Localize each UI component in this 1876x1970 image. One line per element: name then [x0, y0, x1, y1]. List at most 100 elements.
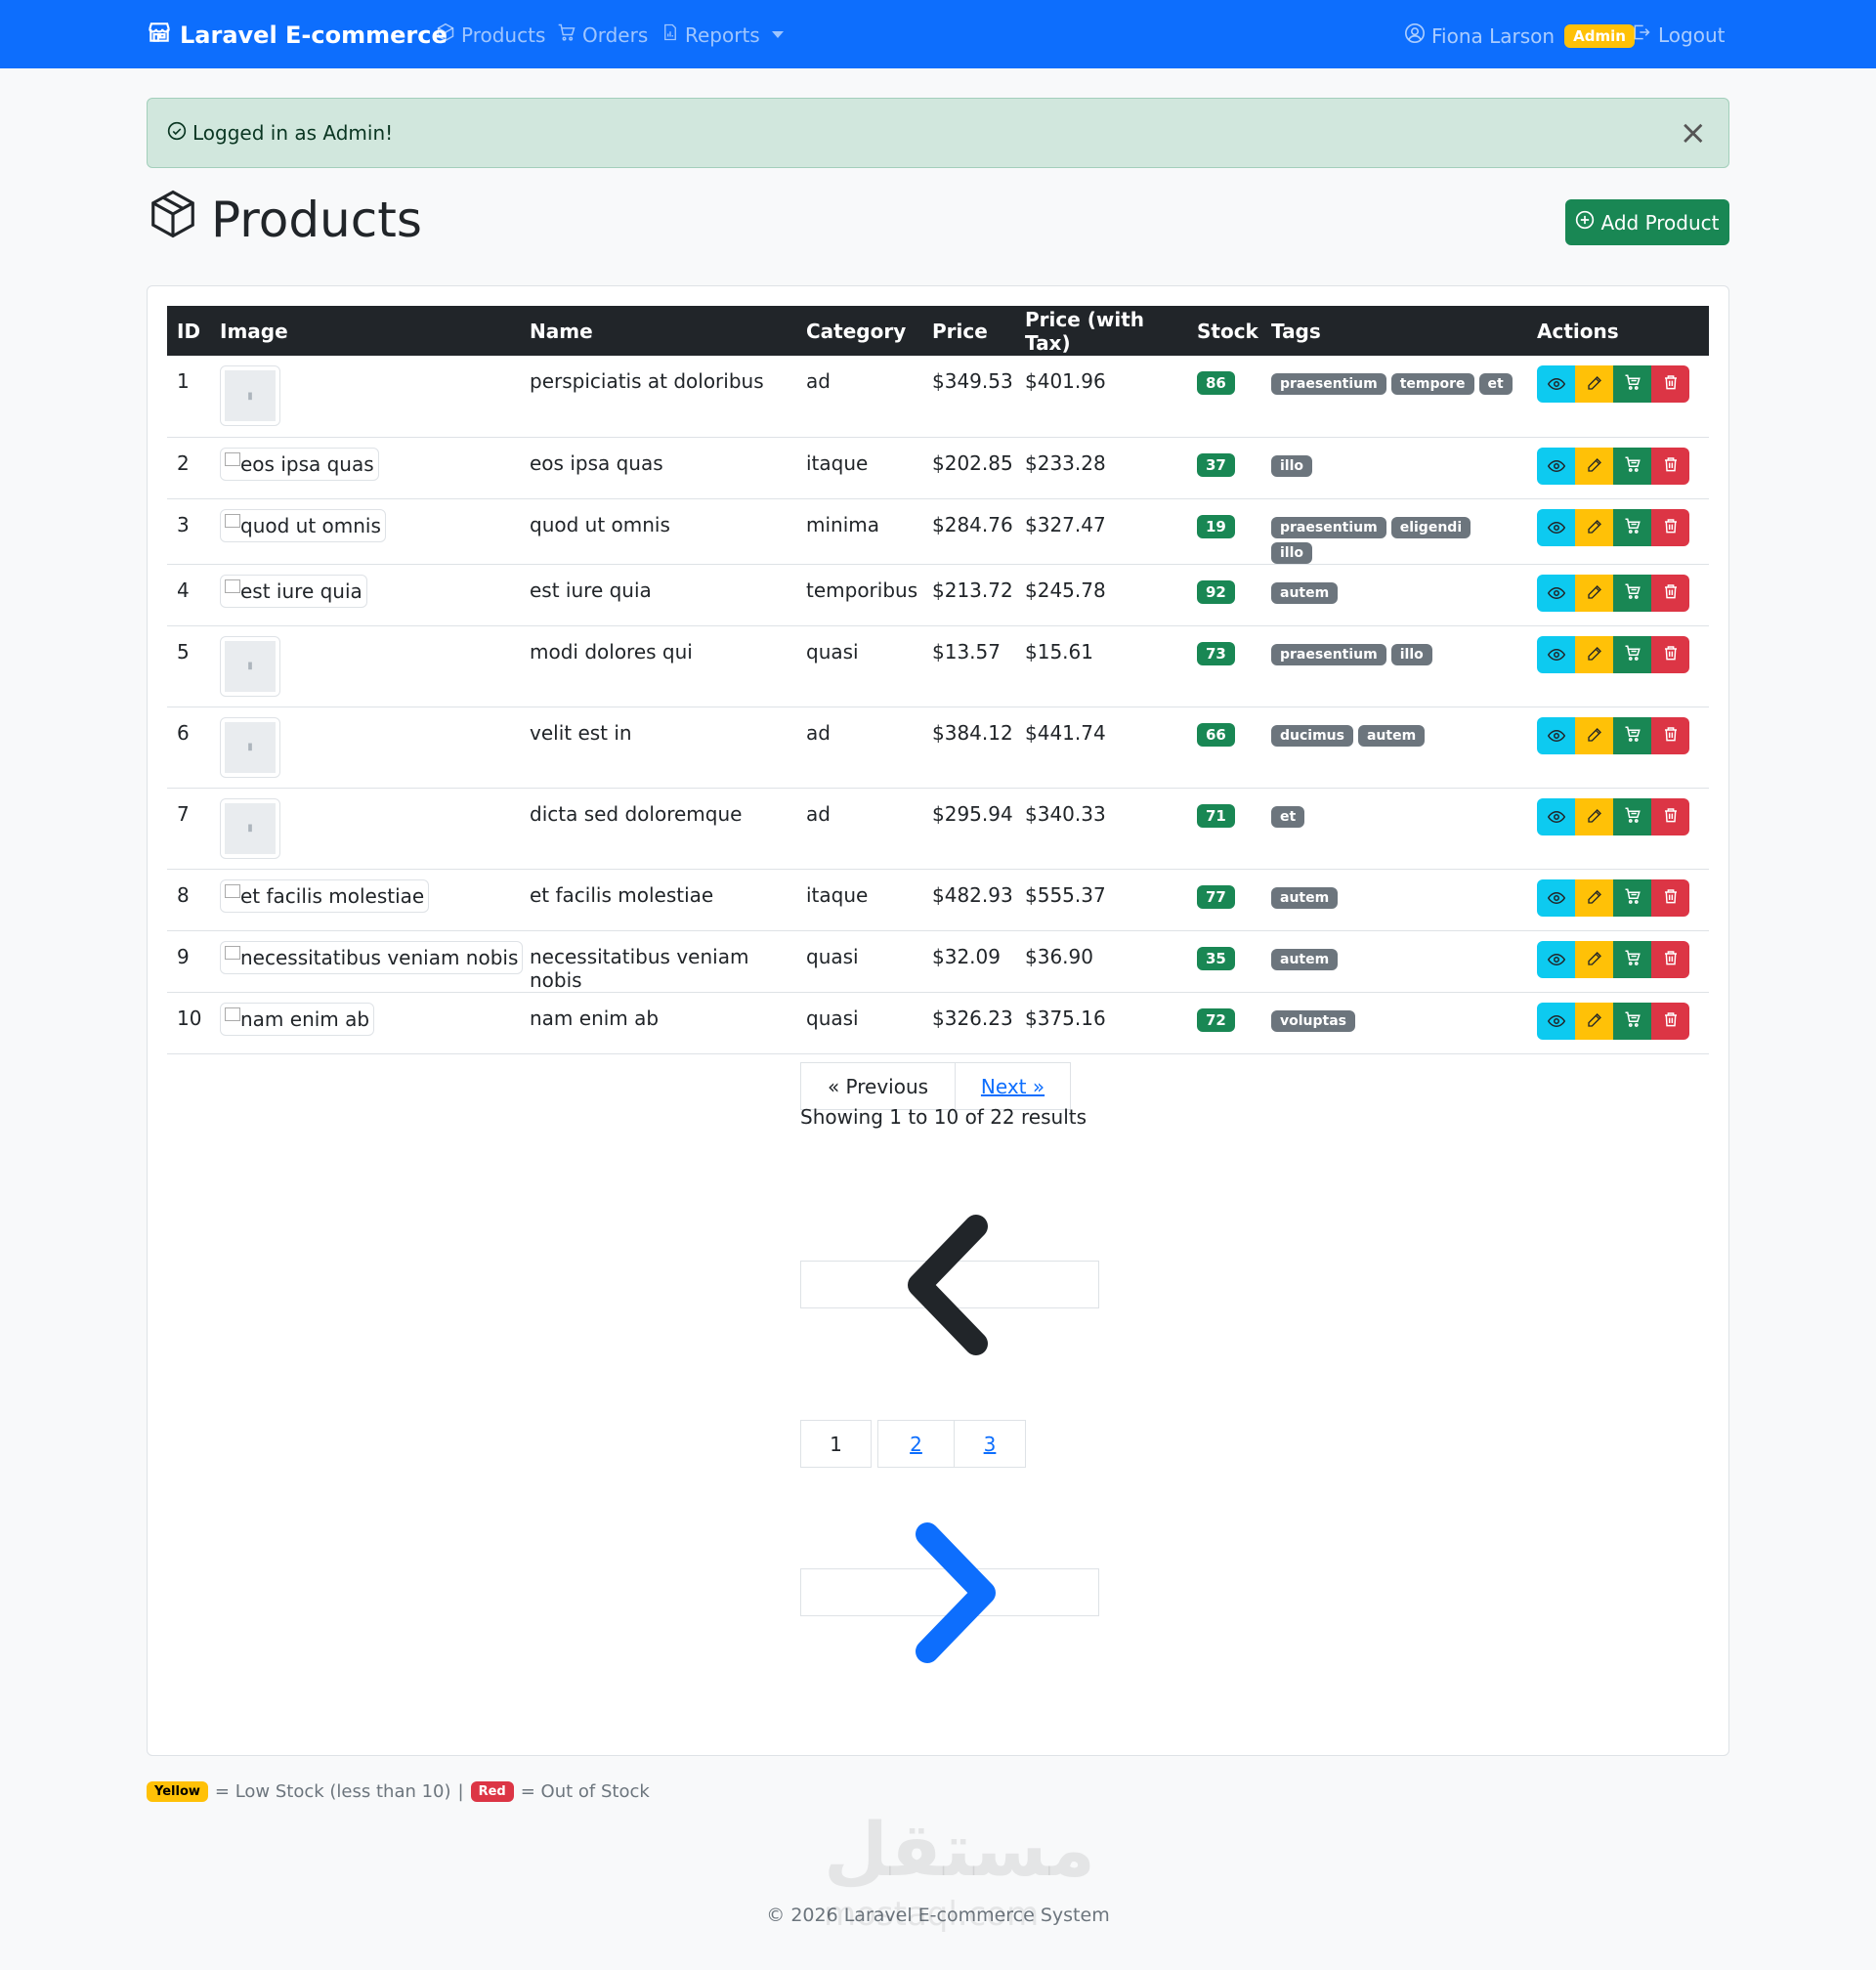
shop-icon — [147, 20, 172, 51]
add-to-cart-button[interactable] — [1613, 1002, 1651, 1040]
add-to-cart-button[interactable] — [1613, 940, 1651, 978]
cell-stock: 77 — [1187, 869, 1261, 931]
pencil-icon — [1587, 805, 1602, 829]
view-button[interactable] — [1537, 878, 1575, 917]
add-product-button[interactable]: Add Product — [1565, 199, 1729, 245]
chevron-down-icon — [771, 31, 784, 38]
cell-id: 6 — [167, 707, 210, 789]
edit-button[interactable] — [1575, 508, 1613, 546]
view-button[interactable] — [1537, 635, 1575, 673]
page-2-link[interactable]: 2 — [910, 1433, 922, 1456]
edit-button[interactable] — [1575, 1002, 1613, 1040]
edit-button[interactable] — [1575, 797, 1613, 835]
edit-button[interactable] — [1575, 940, 1613, 978]
view-button[interactable] — [1537, 365, 1575, 403]
add-to-cart-button[interactable] — [1613, 797, 1651, 835]
cell-name: eos ipsa quas — [520, 437, 796, 499]
add-to-cart-button[interactable] — [1613, 878, 1651, 917]
watermark-logo: مستقل — [824, 1806, 1095, 1893]
delete-button[interactable] — [1651, 716, 1689, 754]
products-card: ID Image Name Category Price Price (with… — [147, 285, 1729, 1756]
cell-category: quasi — [796, 930, 922, 993]
view-button[interactable] — [1537, 1002, 1575, 1040]
delete-button[interactable] — [1651, 940, 1689, 978]
nav-link-label: Orders — [582, 22, 649, 47]
cell-id: 9 — [167, 930, 210, 993]
product-thumbnail: ▮ — [220, 797, 280, 859]
trash-icon — [1663, 948, 1679, 971]
navbar: Laravel E-commerce Products Orders Repor… — [0, 0, 1876, 68]
action-button-group — [1537, 1002, 1699, 1040]
cell-stock: 35 — [1187, 930, 1261, 993]
edit-button[interactable] — [1575, 716, 1613, 754]
role-badge: Admin — [1564, 23, 1635, 48]
image-alt-text: est iure quia — [240, 578, 362, 603]
previous-button[interactable]: « Previous — [800, 1062, 956, 1110]
add-to-cart-button[interactable] — [1613, 365, 1651, 403]
column-header: Image — [220, 319, 288, 343]
view-button[interactable] — [1537, 508, 1575, 546]
add-to-cart-button[interactable] — [1613, 574, 1651, 612]
nav-link-label: Reports — [685, 22, 760, 47]
edit-button[interactable] — [1575, 878, 1613, 917]
delete-button[interactable] — [1651, 1002, 1689, 1040]
eye-icon — [1547, 886, 1565, 910]
cell-price: $295.94 — [922, 788, 1015, 870]
delete-button[interactable] — [1651, 635, 1689, 673]
logout-link[interactable]: Logout — [1631, 22, 1725, 47]
cell-price-tax: $15.61 — [1015, 625, 1187, 707]
action-button-group — [1537, 878, 1699, 917]
cell-actions — [1527, 564, 1709, 626]
delete-button[interactable] — [1651, 574, 1689, 612]
stock-badge: 92 — [1197, 579, 1235, 604]
user-menu[interactable]: Fiona Larson Admin — [1404, 22, 1635, 49]
add-to-cart-button[interactable] — [1613, 635, 1651, 673]
delete-button[interactable] — [1651, 447, 1689, 485]
page-3-link[interactable]: 3 — [984, 1433, 997, 1456]
edit-button[interactable] — [1575, 447, 1613, 485]
add-to-cart-button[interactable] — [1613, 447, 1651, 485]
view-button[interactable] — [1537, 940, 1575, 978]
table-row: 1 ▮ perspiciatis at doloribus ad $349.53 $401… — [167, 356, 1709, 438]
delete-button[interactable] — [1651, 878, 1689, 917]
cell-tags: praesentium tempore et — [1261, 356, 1527, 438]
nav-link-products[interactable]: Products — [436, 22, 545, 47]
nav-link-orders[interactable]: Orders — [557, 22, 648, 47]
nav-link-label: Products — [461, 22, 546, 47]
delete-button[interactable] — [1651, 797, 1689, 835]
next-button[interactable]: Next » — [955, 1062, 1071, 1110]
stock-badge: 37 — [1197, 452, 1235, 477]
view-button[interactable] — [1537, 797, 1575, 835]
column-header: Name — [530, 319, 593, 343]
cart-icon — [1624, 724, 1642, 748]
column-header: Actions — [1537, 319, 1619, 343]
page-number-link[interactable]: 3 — [954, 1420, 1026, 1468]
broken-image-icon — [225, 451, 240, 466]
chevron-left-icon[interactable] — [898, 1213, 1005, 1362]
add-to-cart-button[interactable] — [1613, 508, 1651, 546]
stock-badge: 86 — [1197, 371, 1235, 395]
view-button[interactable] — [1537, 574, 1575, 612]
close-icon[interactable]: × — [1680, 116, 1708, 150]
report-icon — [661, 22, 679, 47]
cell-name: et facilis molestiae — [520, 869, 796, 931]
brand-link[interactable]: Laravel E-commerce — [147, 20, 448, 51]
cell-actions — [1527, 498, 1709, 565]
edit-button[interactable] — [1575, 574, 1613, 612]
broken-image-icon — [225, 1006, 240, 1021]
delete-button[interactable] — [1651, 365, 1689, 403]
edit-button[interactable] — [1575, 635, 1613, 673]
edit-button[interactable] — [1575, 365, 1613, 403]
view-button[interactable] — [1537, 447, 1575, 485]
view-button[interactable] — [1537, 716, 1575, 754]
cart-icon — [1624, 805, 1642, 829]
add-to-cart-button[interactable] — [1613, 716, 1651, 754]
cell-category: minima — [796, 498, 922, 565]
stock-badge: 77 — [1197, 884, 1235, 909]
delete-button[interactable] — [1651, 508, 1689, 546]
nav-link-reports[interactable]: Reports — [661, 22, 784, 47]
next-link[interactable]: Next » — [981, 1075, 1045, 1098]
plus-circle-icon — [1575, 210, 1595, 235]
page-number-link[interactable]: 2 — [877, 1420, 955, 1468]
chevron-right-icon[interactable] — [898, 1520, 1005, 1670]
